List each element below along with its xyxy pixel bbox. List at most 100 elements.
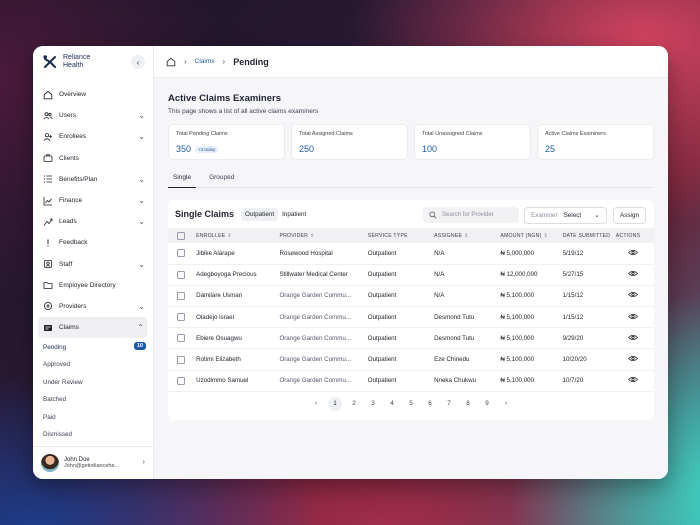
- select-all-checkbox[interactable]: [177, 231, 185, 240]
- segment-inpatient[interactable]: Inpatient: [278, 208, 310, 221]
- row-checkbox[interactable]: [177, 270, 185, 279]
- sidebar-item-benefits-plan[interactable]: Benefits/Plan ⌄: [33, 169, 153, 190]
- sidebar-item-staff[interactable]: Staff ⌄: [33, 254, 153, 275]
- sidebar-item-clients[interactable]: Clients: [33, 148, 153, 169]
- next-page-button[interactable]: ›: [499, 397, 513, 411]
- cell-service-type: Outpatient: [367, 370, 435, 392]
- col-provider[interactable]: PROVIDER ⇕: [279, 228, 367, 243]
- table-row[interactable]: Jibike Alarape Rosewood Hospital Outpatien…: [168, 243, 654, 265]
- chevron-right-icon: ›: [142, 457, 145, 466]
- eye-icon[interactable]: [627, 334, 638, 341]
- page-button-9[interactable]: 9: [480, 397, 494, 411]
- claims-tabs: Single Grouped: [168, 172, 654, 188]
- sidebar-item-feedback[interactable]: Feedback: [33, 232, 153, 253]
- cell-amount: ₦ 5,100,000: [500, 306, 563, 329]
- table-row[interactable]: Uzodimmo Samuel Orange Garden Commu... Out…: [168, 370, 654, 392]
- sidebar-subitem-label: Paid: [43, 413, 56, 421]
- stat-card-examiners: Active Claims Examiners 25: [537, 124, 654, 160]
- col-amount[interactable]: AMOUNT (NGN) ⇕: [500, 228, 562, 243]
- row-checkbox[interactable]: [177, 334, 185, 343]
- eye-icon[interactable]: [627, 291, 638, 298]
- examiner-select[interactable]: Examiner Select ⌄: [524, 207, 607, 224]
- collapse-sidebar-button[interactable]: ‹: [131, 55, 145, 69]
- segment-outpatient[interactable]: Outpatient: [241, 207, 279, 221]
- sidebar-subitem-paid[interactable]: Paid: [33, 408, 153, 426]
- search-input[interactable]: Search for Provider: [423, 207, 519, 223]
- page-button-5[interactable]: 5: [404, 397, 418, 411]
- cell-service-type: Outpatient: [367, 264, 435, 286]
- cell-enrollee: Damilare Usman: [196, 285, 280, 308]
- page-button-6[interactable]: 6: [423, 397, 437, 411]
- row-checkbox[interactable]: [177, 291, 185, 300]
- cell-assignee: Desmond Tutu: [434, 306, 501, 329]
- col-enrollee[interactable]: ENROLLEE ⇕: [196, 228, 279, 243]
- sidebar-item-overview[interactable]: Overview: [33, 84, 153, 105]
- sidebar-item-claims[interactable]: Claims ⌃: [38, 317, 147, 339]
- eye-icon[interactable]: [627, 355, 638, 362]
- cell-assignee: Nneka Chukwu: [434, 370, 501, 392]
- row-checkbox[interactable]: [177, 376, 185, 385]
- sidebar-subitem-dismissed[interactable]: Dismissed: [33, 426, 153, 444]
- sidebar-item-providers[interactable]: Providers ⌄: [33, 296, 153, 317]
- stat-value: 25: [545, 144, 556, 154]
- claims-icon: [44, 324, 52, 331]
- user-profile[interactable]: John Doe John@getreliancehe... ›: [33, 446, 153, 479]
- eye-icon[interactable]: [627, 270, 638, 277]
- table-row[interactable]: Adegboyoga Precious Stillwater Medical Ce…: [168, 264, 654, 286]
- row-checkbox[interactable]: [177, 313, 185, 322]
- tab-single[interactable]: Single: [168, 172, 197, 188]
- stat-value: 100: [422, 144, 438, 154]
- cell-service-type: Outpatient: [367, 285, 435, 308]
- sort-icon: ⇕: [543, 232, 548, 239]
- eye-icon[interactable]: [627, 376, 638, 383]
- sidebar-subitem-batched[interactable]: Batched: [33, 391, 153, 409]
- stat-label: Total Pending Claims: [176, 131, 228, 137]
- eye-icon[interactable]: [627, 249, 638, 256]
- cell-assignee: N/A: [434, 285, 501, 308]
- panel-header: Single Claims Outpatient Inpatient Searc…: [168, 200, 654, 228]
- cell-amount: ₦ 5,000,000: [500, 243, 563, 265]
- home-icon[interactable]: [166, 57, 176, 67]
- sidebar-subitem-approved[interactable]: Approved: [33, 356, 153, 374]
- claims-panel: Single Claims Outpatient Inpatient Searc…: [168, 200, 654, 420]
- sort-icon: ⇕: [310, 232, 315, 239]
- sidebar-item-label: Staff: [59, 260, 73, 268]
- page-subtitle: This page shows a list of all active cla…: [168, 108, 319, 115]
- brand-line2: Health: [63, 62, 84, 69]
- prev-page-button[interactable]: ‹: [309, 397, 323, 411]
- sidebar-item-enrollees[interactable]: Enrollees ⌄: [33, 126, 153, 147]
- sidebar-subitem-pending[interactable]: Pending 10: [33, 338, 153, 356]
- cell-enrollee: Ebiere Osuagwu: [196, 327, 280, 350]
- assign-button[interactable]: Assign: [613, 207, 646, 224]
- page-button-2[interactable]: 2: [347, 397, 361, 411]
- sidebar-item-employee-directory[interactable]: Employee Directory: [33, 275, 153, 296]
- row-checkbox[interactable]: [177, 249, 185, 258]
- tab-grouped[interactable]: Grouped: [204, 172, 239, 188]
- sort-icon: ⇕: [227, 232, 232, 239]
- sidebar-item-users[interactable]: Users ⌄: [33, 105, 153, 126]
- page-button-4[interactable]: 4: [385, 397, 399, 411]
- cell-provider: Orange Garden Commu...: [279, 348, 368, 371]
- brand-name: Reliance Health: [63, 54, 90, 70]
- col-assignee[interactable]: ASSIGNEE ⇕: [434, 228, 500, 243]
- cell-amount: ₦ 12,000,000: [500, 264, 563, 286]
- table-row[interactable]: Rotimi Elizabeth Orange Garden Commu... Ou…: [168, 348, 654, 371]
- table-row[interactable]: Ebiere Osuagwu Orange Garden Commu... Outp…: [168, 327, 654, 350]
- page-button-7[interactable]: 7: [442, 397, 456, 411]
- table-row[interactable]: Damilare Usman Orange Garden Commu... Outp…: [168, 285, 654, 308]
- sidebar-item-leads[interactable]: Leads ⌄: [33, 211, 153, 232]
- row-checkbox[interactable]: [177, 355, 185, 364]
- brand[interactable]: Reliance Health ‹: [33, 46, 153, 78]
- sidebar-subitem-under-review[interactable]: Under Review: [33, 373, 153, 391]
- page-title: Active Claims Examiners: [168, 93, 282, 104]
- breadcrumb-current: Pending: [233, 56, 269, 67]
- cell-provider: Orange Garden Commu...: [279, 327, 368, 350]
- page-button-1[interactable]: 1: [328, 396, 342, 411]
- cell-amount: ₦ 5,100,000: [500, 348, 563, 371]
- page-button-3[interactable]: 3: [366, 397, 380, 411]
- sidebar-item-finance[interactable]: Finance ⌄: [33, 190, 153, 211]
- breadcrumb-claims-link[interactable]: Claims: [195, 58, 215, 65]
- eye-icon[interactable]: [627, 313, 638, 320]
- table-row[interactable]: Oladejo israel Orange Garden Commu... Outp…: [168, 306, 654, 329]
- page-button-8[interactable]: 8: [461, 397, 475, 411]
